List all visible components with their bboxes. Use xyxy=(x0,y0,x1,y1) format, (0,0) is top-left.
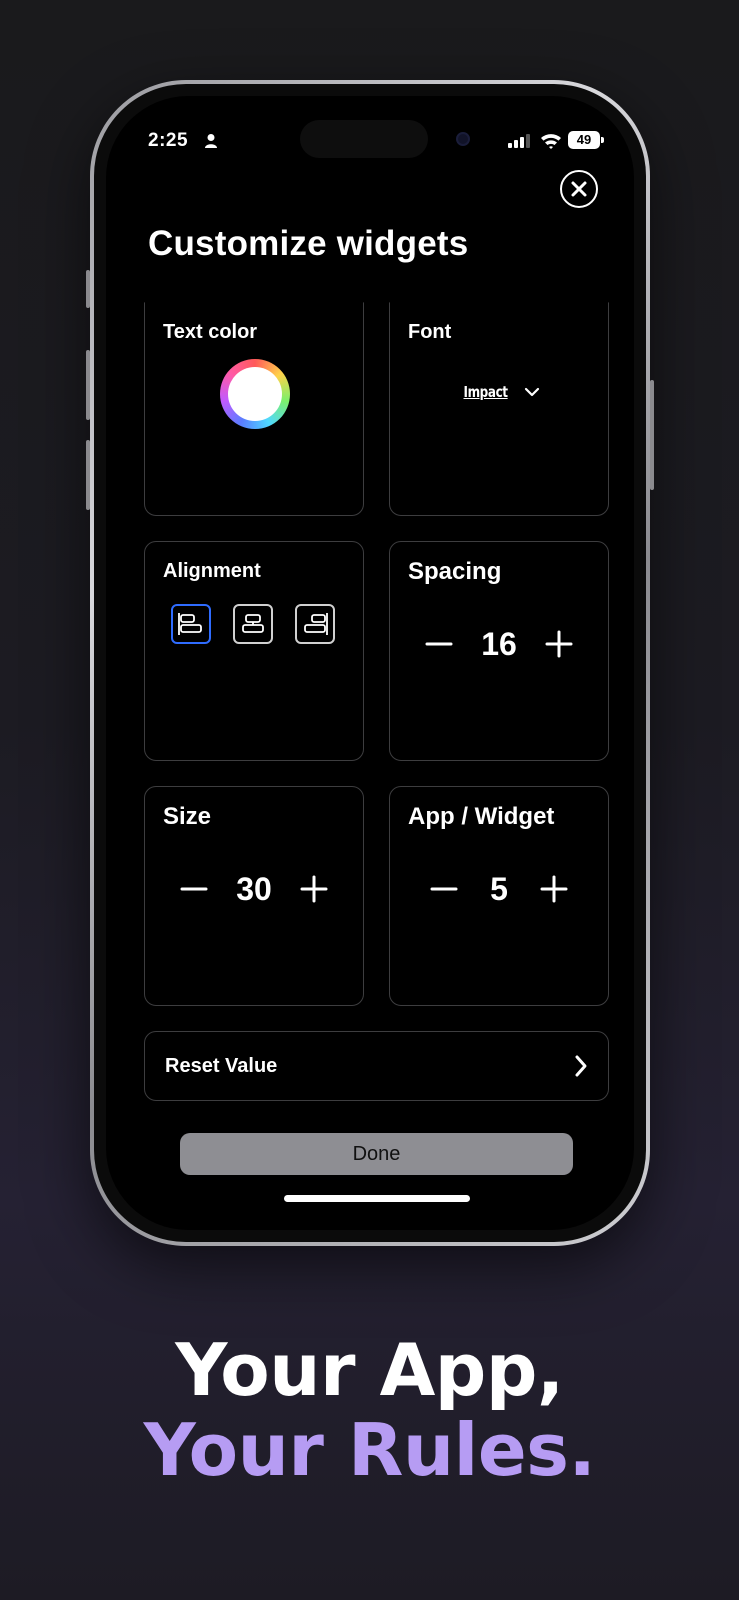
align-right-button[interactable] xyxy=(295,604,335,644)
wifi-icon xyxy=(541,134,561,149)
align-left-button[interactable] xyxy=(171,604,211,644)
close-icon xyxy=(571,181,587,197)
camera-icon xyxy=(456,132,470,146)
plus-icon xyxy=(540,875,568,903)
selected-color-swatch xyxy=(228,367,282,421)
spacing-increment-button[interactable] xyxy=(539,624,579,664)
font-label: Font xyxy=(408,321,452,343)
apps-per-widget-card: App / Widget 5 xyxy=(389,786,609,1006)
phone-screen: 2:25 49 Customize widgets Text color Fon… xyxy=(106,96,634,1230)
close-button[interactable] xyxy=(560,170,598,208)
text-color-label: Text color xyxy=(163,321,258,343)
color-picker-button[interactable] xyxy=(220,359,290,429)
page-title: Customize widgets xyxy=(148,224,469,263)
align-center-icon xyxy=(242,614,264,633)
chevron-down-icon xyxy=(524,387,539,397)
alignment-label: Alignment xyxy=(163,560,261,582)
battery-indicator: 49 xyxy=(568,131,600,149)
spacing-value: 16 xyxy=(481,625,517,662)
apps-per-widget-label: App / Widget xyxy=(408,803,555,830)
align-right-icon xyxy=(304,613,328,635)
spacing-stepper: 16 xyxy=(390,624,608,664)
align-center-button[interactable] xyxy=(233,604,273,644)
spacing-card: Spacing 16 xyxy=(389,541,609,761)
apps-per-widget-stepper: 5 xyxy=(390,869,608,909)
size-decrement-button[interactable] xyxy=(174,869,214,909)
size-card: Size 30 xyxy=(144,786,364,1006)
done-button[interactable]: Done xyxy=(180,1133,573,1175)
minus-icon xyxy=(425,642,453,646)
alignment-card: Alignment xyxy=(144,541,364,761)
phone-frame: 2:25 49 Customize widgets Text color Fon… xyxy=(86,80,654,1246)
font-value: Impact xyxy=(463,383,509,401)
spacing-decrement-button[interactable] xyxy=(419,624,459,664)
status-time: 2:25 xyxy=(148,130,189,151)
home-indicator[interactable] xyxy=(284,1195,470,1202)
plus-icon xyxy=(300,875,328,903)
alignment-options xyxy=(171,604,335,644)
tagline-line-2: Your Rules. xyxy=(143,1408,596,1492)
spacing-label: Spacing xyxy=(408,558,502,585)
minus-icon xyxy=(180,887,208,891)
minus-icon xyxy=(430,887,458,891)
apps-per-widget-decrement-button[interactable] xyxy=(424,869,464,909)
plus-icon xyxy=(545,630,573,658)
size-label: Size xyxy=(163,803,212,830)
tagline-line-1: Your App, xyxy=(175,1328,564,1412)
power-button xyxy=(650,380,654,490)
volume-down-button xyxy=(86,440,90,510)
battery-tip xyxy=(601,137,604,143)
size-value: 30 xyxy=(236,870,272,907)
font-dropdown[interactable]: Impact xyxy=(390,383,608,401)
person-icon xyxy=(205,134,217,148)
chevron-right-icon xyxy=(575,1055,587,1077)
size-increment-button[interactable] xyxy=(294,869,334,909)
align-left-icon xyxy=(178,613,202,635)
cellular-signal-icon xyxy=(508,134,530,148)
size-stepper: 30 xyxy=(145,869,363,909)
volume-up-button xyxy=(86,350,90,420)
dynamic-island xyxy=(300,120,470,158)
tagline: Your App, Your Rules. xyxy=(0,1330,739,1490)
action-button xyxy=(86,270,90,308)
font-card: Font Impact xyxy=(389,302,609,516)
text-color-card: Text color xyxy=(144,302,364,516)
apps-per-widget-increment-button[interactable] xyxy=(534,869,574,909)
reset-value-label: Reset Value xyxy=(165,1054,278,1077)
apps-per-widget-value: 5 xyxy=(490,870,508,907)
reset-value-button[interactable]: Reset Value xyxy=(144,1031,609,1101)
